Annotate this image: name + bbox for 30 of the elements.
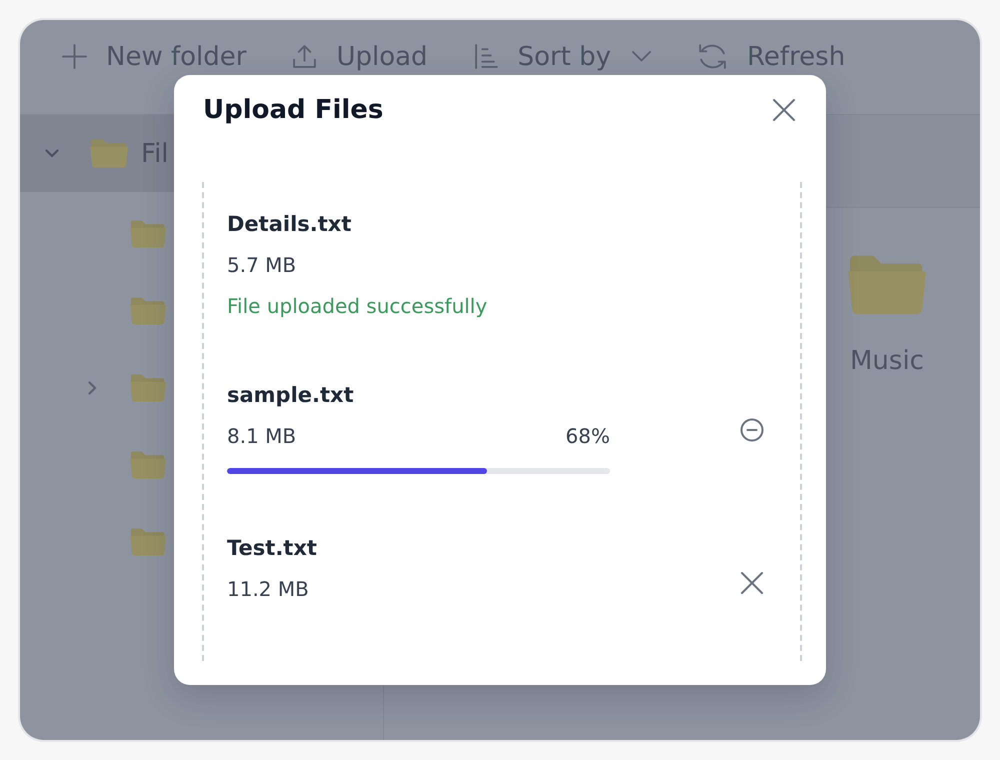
folder-icon[interactable] xyxy=(130,296,166,324)
folder-icon[interactable] xyxy=(130,220,166,248)
toolbar-button[interactable]: Sort by xyxy=(474,42,652,72)
file-name: sample.txt xyxy=(227,382,355,409)
folder-label[interactable]: Music xyxy=(850,346,924,376)
toolbar-button[interactable]: Refresh xyxy=(697,42,846,72)
dialog-title: Upload Files xyxy=(203,94,384,127)
file-size: 5.7 MB xyxy=(227,252,296,279)
sort-icon xyxy=(474,44,499,69)
progress-percent: 68% xyxy=(566,423,610,450)
file-size: 8.1 MB xyxy=(227,423,296,450)
folder-icon[interactable] xyxy=(130,528,166,556)
folder-icon[interactable] xyxy=(848,255,926,315)
minus-circle-icon[interactable] xyxy=(740,418,764,442)
toolbar-button[interactable]: New folder xyxy=(62,42,246,72)
close-icon[interactable] xyxy=(740,571,764,595)
folder-icon[interactable] xyxy=(130,450,166,478)
toolbar-button[interactable]: Upload xyxy=(292,42,428,72)
plus-icon xyxy=(62,44,87,69)
chevron-right-icon[interactable] xyxy=(88,380,96,394)
file-name: Test.txt xyxy=(227,535,318,562)
file-name: Details.txt xyxy=(227,211,352,238)
folder-icon xyxy=(90,139,128,168)
folder-icon[interactable] xyxy=(130,374,166,402)
upload-icon xyxy=(292,44,318,69)
refresh-icon xyxy=(697,43,728,70)
close-icon[interactable] xyxy=(772,98,796,122)
upload-status: File uploaded successfully xyxy=(227,293,488,320)
chevron-down-icon[interactable] xyxy=(45,149,59,158)
file-size: 11.2 MB xyxy=(227,576,309,603)
